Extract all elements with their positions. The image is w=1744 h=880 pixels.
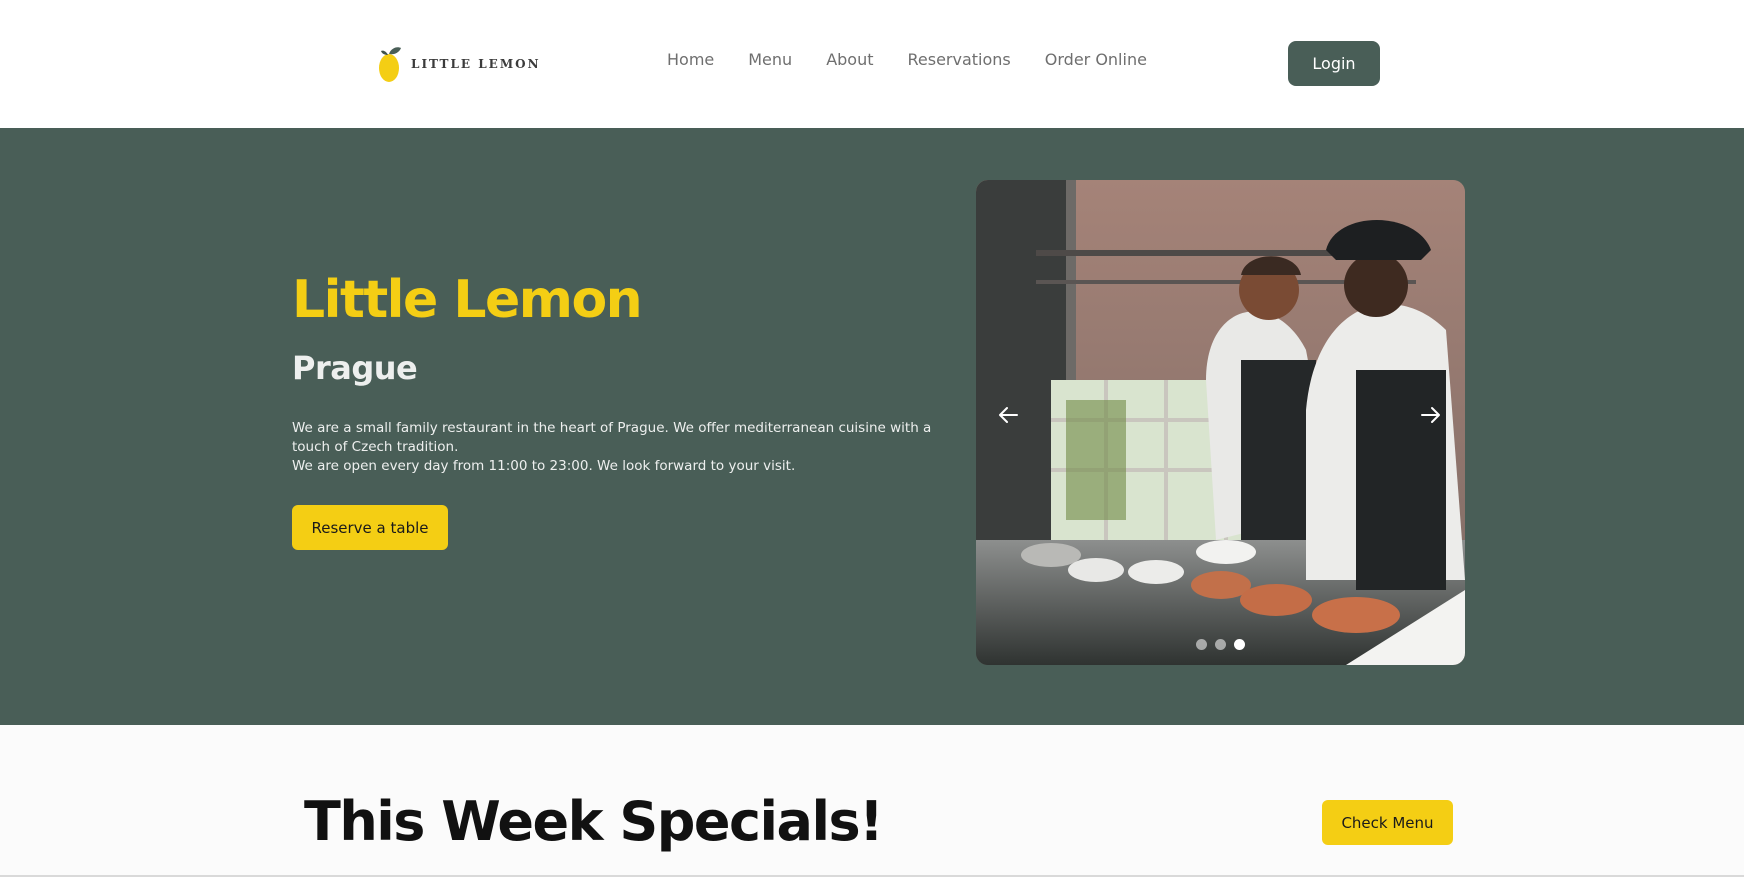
carousel-dot[interactable] xyxy=(1215,639,1226,650)
hero-section: Little Lemon Prague We are a small famil… xyxy=(0,128,1744,725)
hero-title: Little Lemon xyxy=(292,270,643,330)
carousel-next-arrow-icon[interactable] xyxy=(1416,400,1446,430)
nav-menu[interactable]: Menu xyxy=(748,50,792,69)
carousel-prev-arrow-icon[interactable] xyxy=(993,400,1023,430)
login-button[interactable]: Login xyxy=(1288,41,1380,86)
hero-description: We are a small family restaurant in the … xyxy=(292,419,932,476)
chefs-photo xyxy=(976,180,1465,665)
nav-reservations[interactable]: Reservations xyxy=(908,50,1011,69)
reserve-table-button[interactable]: Reserve a table xyxy=(292,505,448,550)
carousel-indicators xyxy=(1196,639,1245,650)
hero-description-line: We are a small family restaurant in the … xyxy=(292,420,932,455)
check-menu-button[interactable]: Check Menu xyxy=(1322,800,1453,845)
nav-home[interactable]: Home xyxy=(667,50,714,69)
carousel-dot[interactable] xyxy=(1196,639,1207,650)
nav-about[interactable]: About xyxy=(826,50,873,69)
hero-subtitle: Prague xyxy=(292,349,418,387)
main-nav: Home Menu About Reservations Order Onlin… xyxy=(667,50,1181,69)
specials-title: This Week Specials! xyxy=(304,790,884,853)
logo[interactable]: LITTLE LEMON xyxy=(377,43,541,85)
specials-section: This Week Specials! Check Menu xyxy=(0,725,1744,876)
carousel-dot-active[interactable] xyxy=(1234,639,1245,650)
site-header: LITTLE LEMON Home Menu About Reservation… xyxy=(0,0,1744,128)
nav-order-online[interactable]: Order Online xyxy=(1045,50,1147,69)
hero-description-line: We are open every day from 11:00 to 23:0… xyxy=(292,458,796,474)
divider xyxy=(0,875,1744,877)
logo-text: LITTLE LEMON xyxy=(411,57,541,71)
lemon-logo-icon xyxy=(377,44,403,84)
image-carousel xyxy=(976,180,1465,665)
